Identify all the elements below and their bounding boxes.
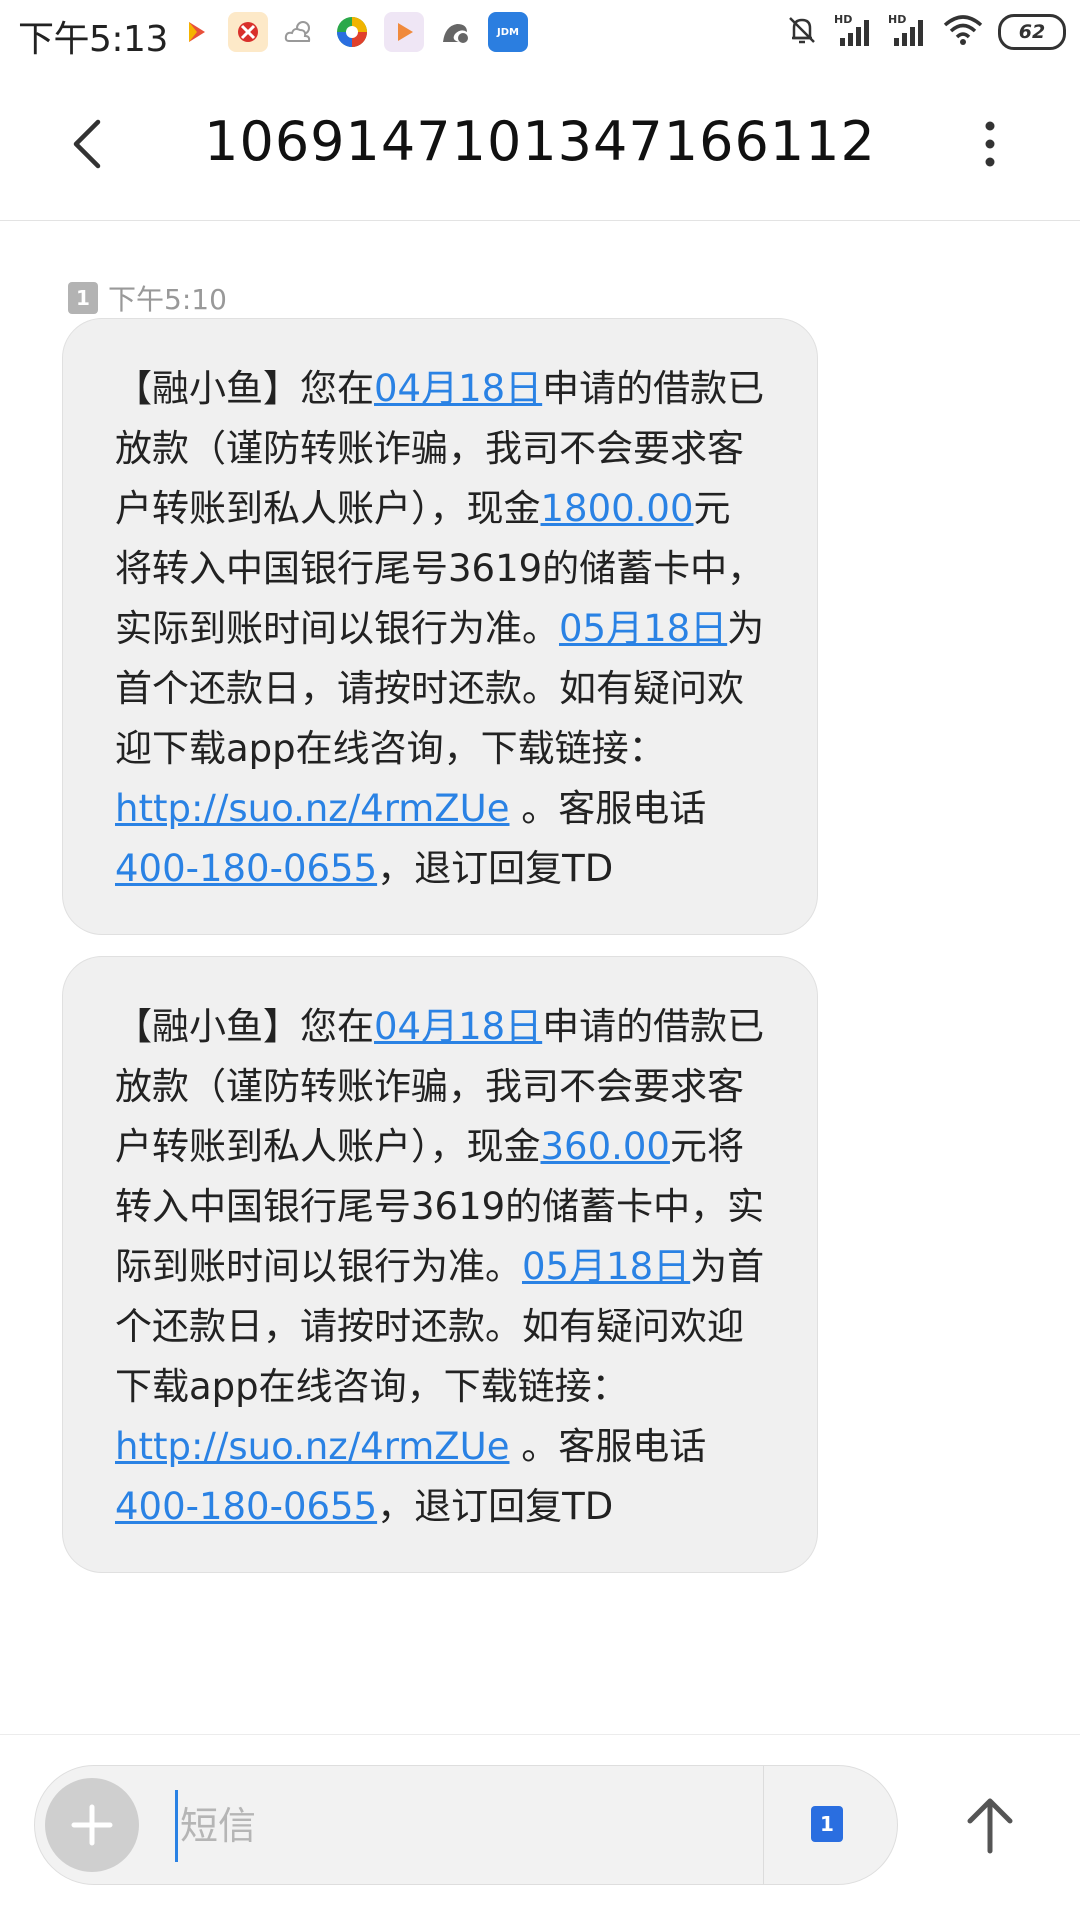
video-app-icon [384,12,424,52]
add-attachment-button[interactable] [45,1778,139,1872]
date-link[interactable]: 04月18日 [374,1005,542,1048]
app-colorful-icon [332,12,372,52]
divider [763,1766,764,1884]
send-button[interactable] [962,1793,1018,1857]
sim-card-icon: 1 [68,282,98,314]
amount-link[interactable]: 360.00 [541,1125,670,1168]
message-bubble[interactable]: 【融小鱼】您在04月18日申请的借款已放款（谨防转账诈骗，我司不会要求客户转账到… [62,318,818,935]
status-time: 下午5:13 [18,19,168,60]
date-link[interactable]: 04月18日 [374,367,542,410]
hd-signal-icon: HD [888,12,928,52]
uc-browser-icon [436,12,476,52]
weather-cloud-icon [280,12,320,52]
svg-text:HD: HD [888,13,906,26]
message-timestamp: 1 下午5:10 [68,278,227,318]
url-link[interactable]: http://suo.nz/4rmZUe [115,1425,510,1468]
svg-text:HD: HD [834,13,852,26]
message-input[interactable] [175,1790,782,1862]
mute-bell-icon [784,12,820,52]
phone-link[interactable]: 400-180-0655 [115,1485,377,1528]
message-text: 。客服电话 [509,787,707,830]
arrow-up-icon [967,1798,1013,1854]
message-text: 【融小鱼】您在 [115,367,374,410]
composer-bar: 1 [0,1734,1080,1921]
message-text: 。客服电话 [509,1425,707,1468]
message-text: ，退订回复TD [377,1485,614,1528]
hd-signal-icon: HD [834,12,874,52]
sim-label: 1 [76,286,90,310]
due-date-link[interactable]: 05月18日 [559,607,727,650]
sim-select-button[interactable]: 1 [811,1806,843,1842]
sender-number: 1069147101347166112 [204,110,876,173]
jdm-label: JDM [497,26,519,38]
composer-pill: 1 [34,1765,898,1885]
message-text: ，退订回复TD [377,847,614,890]
system-icons: HD HD 62 [784,12,1066,52]
battery-icon: 62 [998,14,1066,50]
plus-icon [71,1804,113,1846]
app-red-icon [228,12,268,52]
status-bar: 下午5:13 JDM HD HD 62 [0,0,1080,66]
sim-select-label: 1 [820,1812,834,1836]
timestamp-text: 下午5:10 [108,283,227,316]
wifi-icon [942,13,984,51]
amount-link[interactable]: 1800.00 [541,487,694,530]
conversation-header: 1069147101347166112 [0,66,1080,221]
more-options-button[interactable] [970,116,1010,172]
battery-level: 62 [1018,21,1046,43]
message-bubble[interactable]: 【融小鱼】您在04月18日申请的借款已放款（谨防转账诈骗，我司不会要求客户转账到… [62,956,818,1573]
notification-icons: JDM [176,12,528,52]
due-date-link[interactable]: 05月18日 [522,1245,690,1288]
message-text: 【融小鱼】您在 [115,1005,374,1048]
video-play-icon [176,12,216,52]
jdm-app-icon: JDM [488,12,528,52]
more-vertical-icon [985,121,995,167]
phone-link[interactable]: 400-180-0655 [115,847,377,890]
url-link[interactable]: http://suo.nz/4rmZUe [115,787,510,830]
